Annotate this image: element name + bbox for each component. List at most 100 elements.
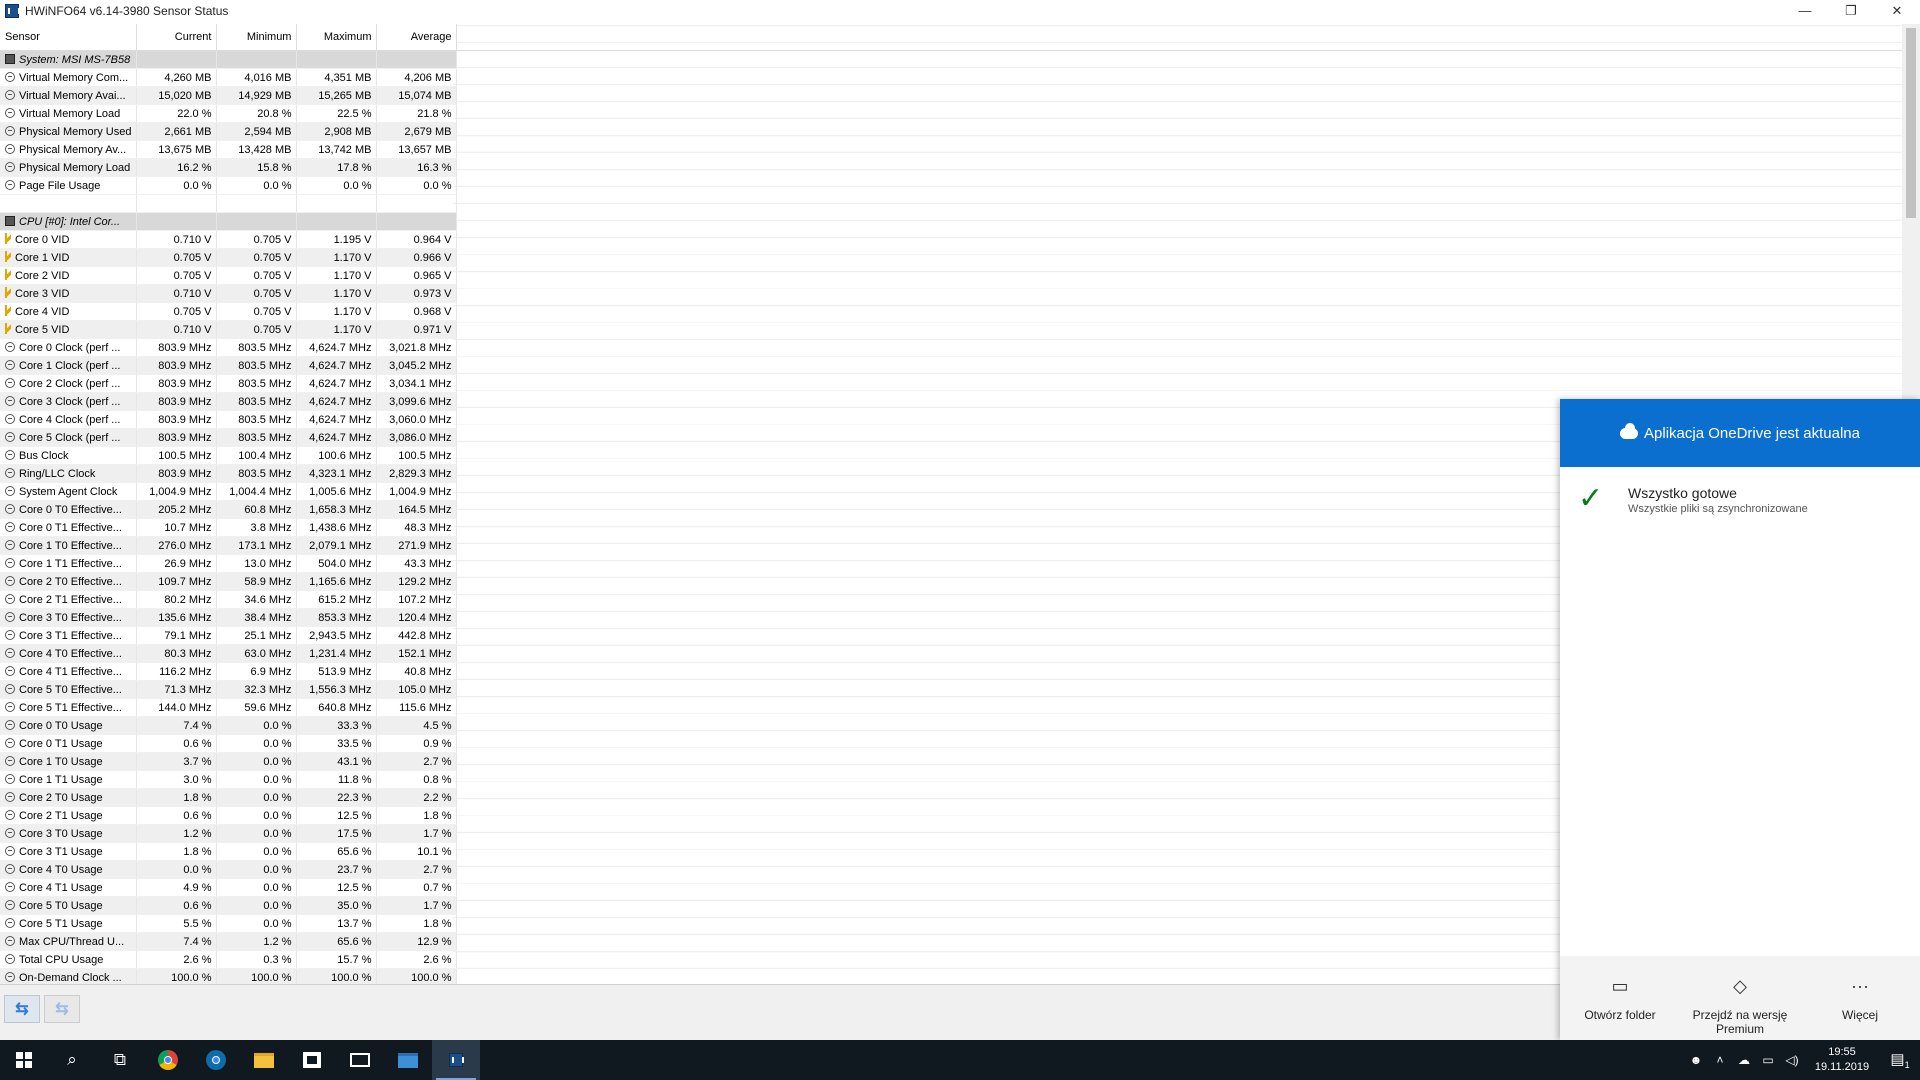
table-row[interactable]: Core 2 T1 Effective... 80.2 MHz 34.6 MHz 61… xyxy=(0,590,458,609)
sensor-group-row[interactable]: CPU [#0]: Intel Cor... xyxy=(0,212,458,231)
table-row[interactable]: Core 4 T0 Effective... 80.3 MHz 63.0 MHz 1,… xyxy=(0,644,458,663)
store-taskbar-button[interactable] xyxy=(288,1040,336,1080)
column-header-average[interactable]: Average xyxy=(376,24,458,51)
average-value: 2.6 % xyxy=(376,950,458,969)
table-row[interactable]: Core 4 VID 0.705 V 0.705 V 1.170 V 0.968 V xyxy=(0,302,458,321)
action-center-button[interactable]: ▤1 xyxy=(1880,1050,1920,1070)
navigate-forward-button[interactable]: ⇆ xyxy=(44,995,80,1023)
table-row[interactable]: Core 3 T1 Usage 1.8 % 0.0 % 65.6 % 10.1 % xyxy=(0,842,458,861)
table-row[interactable]: Physical Memory Load 16.2 % 15.8 % 17.8 % 16… xyxy=(0,158,458,177)
table-row[interactable]: Physical Memory Used 2,661 MB 2,594 MB 2,90… xyxy=(0,122,458,141)
folder-icon xyxy=(254,1052,274,1068)
chrome-taskbar-button[interactable] xyxy=(144,1040,192,1080)
table-row[interactable]: Core 4 Clock (perf ... 803.9 MHz 803.5 MHz… xyxy=(0,410,458,429)
table-row[interactable]: Core 2 T1 Usage 0.6 % 0.0 % 12.5 % 1.8 % xyxy=(0,806,458,825)
table-row[interactable]: Core 0 T0 Usage 7.4 % 0.0 % 33.3 % 4.5 % xyxy=(0,716,458,735)
column-header-current[interactable]: Current xyxy=(136,24,218,51)
column-header-maximum[interactable]: Maximum xyxy=(296,24,378,51)
open-folder-button[interactable]: ▭ Otwórz folder xyxy=(1560,956,1680,1040)
volume-icon[interactable]: ◁) xyxy=(1780,1053,1804,1067)
column-header-minimum[interactable]: Minimum xyxy=(216,24,298,51)
volt-icon xyxy=(5,305,11,316)
table-row[interactable]: Core 0 Clock (perf ... 803.9 MHz 803.5 MHz… xyxy=(0,338,458,357)
onedrive-header-text: Aplikacja OneDrive jest aktualna xyxy=(1644,424,1860,442)
more-button[interactable]: ··· Więcej xyxy=(1800,956,1920,1040)
sensor-name-cell: Core 2 T1 Usage xyxy=(0,806,138,825)
network-icon[interactable]: ▭ xyxy=(1756,1053,1780,1067)
close-button[interactable]: ✕ xyxy=(1874,0,1920,21)
current-value: 80.2 MHz xyxy=(136,590,218,609)
table-row[interactable]: Ring/LLC Clock 803.9 MHz 803.5 MHz 4,323.1 … xyxy=(0,464,458,483)
maximum-value: 4,323.1 MHz xyxy=(296,464,378,483)
table-row[interactable]: Core 2 T0 Effective... 109.7 MHz 58.9 MHz 1… xyxy=(0,572,458,591)
average-value: 2.7 % xyxy=(376,752,458,771)
app-taskbar-button[interactable] xyxy=(384,1040,432,1080)
minimize-button[interactable]: — xyxy=(1782,0,1828,21)
table-row[interactable]: On-Demand Clock ... 100.0 % 100.0 % 100.0 %… xyxy=(0,968,458,984)
table-row[interactable]: Core 5 T1 Effective... 144.0 MHz 59.6 MHz 6… xyxy=(0,698,458,717)
table-row[interactable]: Core 2 VID 0.705 V 0.705 V 1.170 V 0.965 V xyxy=(0,266,458,285)
start-button[interactable] xyxy=(0,1040,48,1080)
sensor-name: Core 2 T1 Effective... xyxy=(19,593,122,606)
table-row[interactable]: Core 4 T0 Usage 0.0 % 0.0 % 23.7 % 2.7 % xyxy=(0,860,458,879)
table-row[interactable]: Core 4 T1 Usage 4.9 % 0.0 % 12.5 % 0.7 % xyxy=(0,878,458,897)
table-row[interactable]: Max CPU/Thread U... 7.4 % 1.2 % 65.6 % 12.9 … xyxy=(0,932,458,951)
sensor-name: Core 3 VID xyxy=(15,288,70,300)
minimum-value: 173.1 MHz xyxy=(216,536,298,555)
go-premium-button[interactable]: ◇ Przejdź na wersję Premium xyxy=(1680,956,1800,1040)
table-row[interactable]: Core 4 T1 Effective... 116.2 MHz 6.9 MHz 51… xyxy=(0,662,458,681)
table-row[interactable]: Core 5 VID 0.710 V 0.705 V 1.170 V 0.971 V xyxy=(0,320,458,339)
table-row[interactable]: Core 3 Clock (perf ... 803.9 MHz 803.5 MHz… xyxy=(0,392,458,411)
table-row[interactable]: Core 1 T1 Effective... 26.9 MHz 13.0 MHz 50… xyxy=(0,554,458,573)
restore-button[interactable]: ❐ xyxy=(1828,0,1874,21)
table-row[interactable]: Core 1 T0 Effective... 276.0 MHz 173.1 MHz… xyxy=(0,536,458,555)
onedrive-tray-icon[interactable]: ☁ xyxy=(1732,1053,1756,1067)
table-row[interactable]: Core 1 Clock (perf ... 803.9 MHz 803.5 MHz… xyxy=(0,356,458,375)
current-value: 803.9 MHz xyxy=(136,410,218,429)
clock[interactable]: 19:55 19.11.2019 xyxy=(1804,1045,1880,1075)
notification-count: 1 xyxy=(1904,1060,1910,1070)
table-row[interactable]: Core 1 VID 0.705 V 0.705 V 1.170 V 0.966 V xyxy=(0,248,458,267)
table-row[interactable]: Bus Clock 100.5 MHz 100.4 MHz 100.6 MHz 100.… xyxy=(0,446,458,465)
table-row[interactable]: Core 5 T0 Usage 0.6 % 0.0 % 35.0 % 1.7 % xyxy=(0,896,458,915)
people-icon[interactable]: ☻ xyxy=(1684,1053,1708,1067)
average-value: 0.8 % xyxy=(376,770,458,789)
clock-date: 19.11.2019 xyxy=(1814,1061,1870,1073)
table-row[interactable]: Core 0 T1 Usage 0.6 % 0.0 % 33.5 % 0.9 % xyxy=(0,734,458,753)
sync-app-taskbar-button[interactable] xyxy=(192,1040,240,1080)
navigate-back-button[interactable]: ⇆ xyxy=(4,995,40,1023)
table-row[interactable]: Virtual Memory Com... 4,260 MB 4,016 MB 4,3… xyxy=(0,68,458,87)
show-hidden-icons-chevron-icon[interactable]: ˄ xyxy=(1708,1053,1732,1067)
column-header-sensor[interactable]: Sensor xyxy=(0,24,138,51)
table-row[interactable]: Core 5 T0 Effective... 71.3 MHz 32.3 MHz 1,… xyxy=(0,680,458,699)
table-row[interactable]: Core 3 VID 0.710 V 0.705 V 1.170 V 0.973 V xyxy=(0,284,458,303)
task-view-icon[interactable]: ⧉ xyxy=(96,1040,144,1080)
current-value: 1,004.9 MHz xyxy=(136,482,218,501)
table-row[interactable]: Page File Usage 0.0 % 0.0 % 0.0 % 0.0 % xyxy=(0,176,458,195)
table-row[interactable]: Physical Memory Av... 13,675 MB 13,428 MB 1… xyxy=(0,140,458,159)
mail-taskbar-button[interactable] xyxy=(336,1040,384,1080)
table-row[interactable]: Core 5 Clock (perf ... 803.9 MHz 803.5 MHz… xyxy=(0,428,458,447)
current-value: 0.705 V xyxy=(136,302,218,321)
maximum-value: 1,005.6 MHz xyxy=(296,482,378,501)
table-row[interactable]: Core 5 T1 Usage 5.5 % 0.0 % 13.7 % 1.8 % xyxy=(0,914,458,933)
file-explorer-taskbar-button[interactable] xyxy=(240,1040,288,1080)
table-row[interactable]: Core 3 T0 Usage 1.2 % 0.0 % 17.5 % 1.7 % xyxy=(0,824,458,843)
table-row[interactable]: Virtual Memory Avai... 15,020 MB 14,929 MB… xyxy=(0,86,458,105)
table-row[interactable]: Core 0 T1 Effective... 10.7 MHz 3.8 MHz 1,4… xyxy=(0,518,458,537)
search-icon[interactable]: ⌕ xyxy=(48,1040,96,1080)
table-row[interactable]: System Agent Clock 1,004.9 MHz 1,004.4 MHz… xyxy=(0,482,458,501)
table-row[interactable]: Core 0 VID 0.710 V 0.705 V 1.195 V 0.964 V xyxy=(0,230,458,249)
table-row[interactable]: Core 3 T1 Effective... 79.1 MHz 25.1 MHz 2,… xyxy=(0,626,458,645)
hwinfo-taskbar-button[interactable] xyxy=(432,1040,480,1080)
sensor-group-row[interactable]: System: MSI MS-7B58 xyxy=(0,50,458,69)
table-row[interactable]: Total CPU Usage 2.6 % 0.3 % 15.7 % 2.6 % xyxy=(0,950,458,969)
table-row[interactable]: Core 2 Clock (perf ... 803.9 MHz 803.5 MHz… xyxy=(0,374,458,393)
table-row[interactable]: Core 0 T0 Effective... 205.2 MHz 60.8 MHz 1… xyxy=(0,500,458,519)
table-row[interactable]: Virtual Memory Load 22.0 % 20.8 % 22.5 % 21.… xyxy=(0,104,458,123)
table-row[interactable]: Core 1 T1 Usage 3.0 % 0.0 % 11.8 % 0.8 % xyxy=(0,770,458,789)
table-row[interactable]: Core 2 T0 Usage 1.8 % 0.0 % 22.3 % 2.2 % xyxy=(0,788,458,807)
table-row[interactable]: Core 1 T0 Usage 3.7 % 0.0 % 43.1 % 2.7 % xyxy=(0,752,458,771)
scrollbar-thumb[interactable] xyxy=(1906,28,1916,218)
table-row[interactable]: Core 3 T0 Effective... 135.6 MHz 38.4 MHz 8… xyxy=(0,608,458,627)
